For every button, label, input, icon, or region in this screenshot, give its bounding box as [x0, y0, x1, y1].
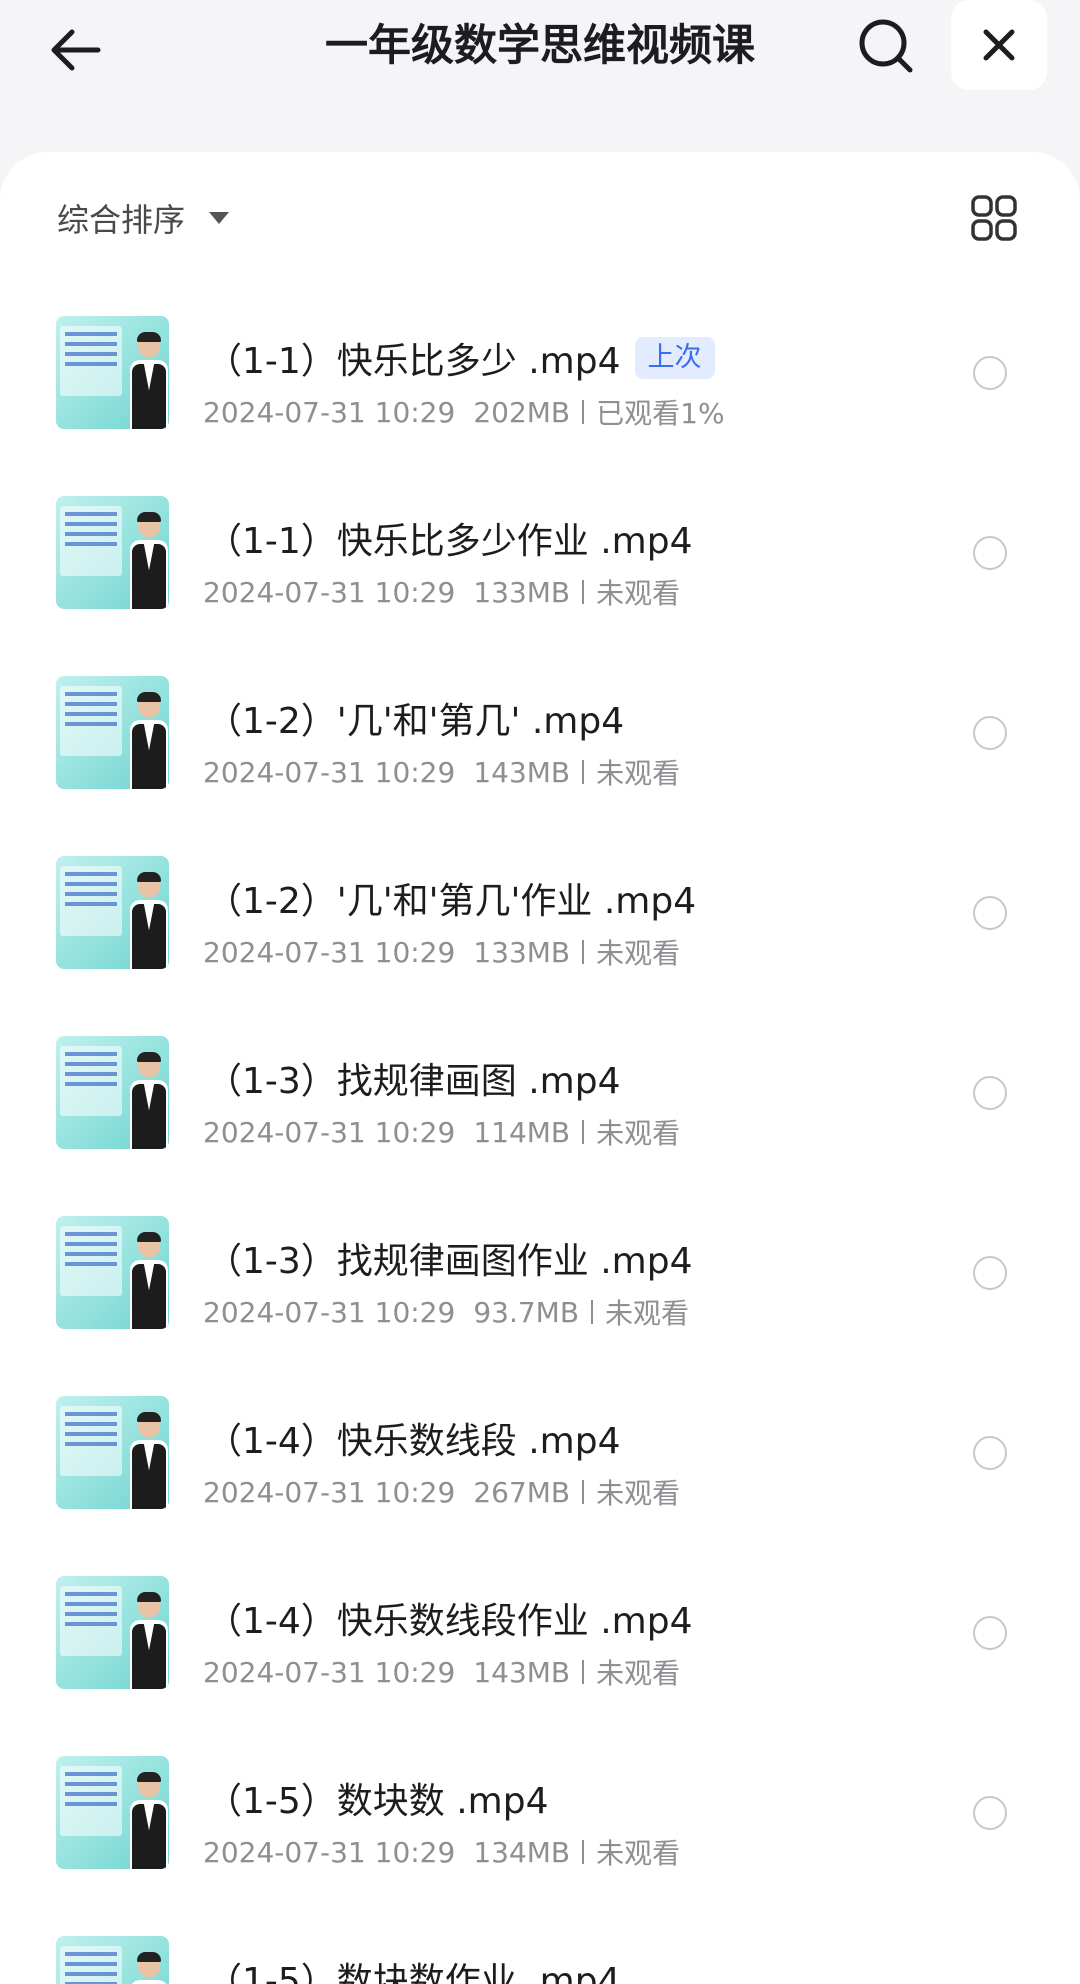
video-thumbnail [56, 856, 169, 969]
file-date: 2024-07-31 10:29 [203, 1295, 456, 1329]
file-name: （1-4）快乐数线段作业 .mp4 [206, 1601, 693, 1642]
file-date: 2024-07-31 10:29 [203, 395, 456, 429]
select-radio[interactable] [973, 356, 1007, 390]
last-played-badge: 上次 [634, 337, 715, 379]
file-size: 133MB [473, 575, 571, 609]
divider [582, 1660, 585, 1684]
file-name: （1-5）数块数作业 .mp4 [206, 1961, 621, 1984]
video-thumbnail [56, 1396, 169, 1509]
file-size: 114MB [473, 1115, 571, 1149]
divider [582, 1120, 585, 1144]
select-radio[interactable] [973, 1076, 1007, 1110]
video-thumbnail [56, 1036, 169, 1149]
file-date: 2024-07-31 10:29 [203, 1475, 456, 1509]
video-thumbnail [56, 1936, 169, 1984]
select-radio[interactable] [973, 896, 1007, 930]
video-thumbnail [56, 496, 169, 609]
file-date: 2024-07-31 10:29 [203, 755, 456, 789]
watch-status: 未观看 [605, 1297, 690, 1330]
select-radio[interactable] [973, 1256, 1007, 1290]
arrow-left-icon [51, 29, 101, 71]
file-name: （1-2）'几'和'第几' .mp4 [206, 701, 625, 742]
file-date: 2024-07-31 10:29 [203, 935, 456, 969]
divider [582, 1840, 585, 1864]
file-name: （1-1）快乐比多少作业 .mp4 [206, 521, 693, 562]
file-date: 2024-07-31 10:29 [203, 1835, 456, 1869]
list-item[interactable]: （1-1）快乐比多少 .mp4 上次 2024-07-31 10:29 202MB 已… [0, 312, 1080, 492]
close-icon [983, 29, 1015, 61]
select-radio[interactable] [973, 1796, 1007, 1830]
file-list: （1-1）快乐比多少 .mp4 上次 2024-07-31 10:29 202MB 已… [0, 312, 1080, 1984]
watch-status: 未观看 [596, 1477, 681, 1510]
file-name: （1-3）找规律画图 .mp4 [206, 1061, 621, 1102]
divider [582, 1480, 585, 1504]
file-date: 2024-07-31 10:29 [203, 1115, 456, 1149]
watch-status: 未观看 [596, 1837, 681, 1870]
file-size: 143MB [473, 755, 571, 789]
video-thumbnail [56, 676, 169, 789]
select-radio[interactable] [973, 1436, 1007, 1470]
list-item[interactable]: （1-2）'几'和'第几' .mp4 2024-07-31 10:29 143MB… [0, 672, 1080, 852]
list-item[interactable]: （1-5）数块数 .mp4 2024-07-31 10:29 134MB 未观看 [0, 1752, 1080, 1932]
watch-status: 未观看 [596, 937, 681, 970]
divider [582, 580, 585, 604]
list-item[interactable]: （1-1）快乐比多少作业 .mp4 2024-07-31 10:29 133MB 未… [0, 492, 1080, 672]
list-item[interactable]: （1-2）'几'和'第几'作业 .mp4 2024-07-31 10:29 133… [0, 852, 1080, 1032]
select-radio[interactable] [973, 1616, 1007, 1650]
list-item[interactable]: （1-5）数块数作业 .mp4 [0, 1932, 1080, 1984]
file-name: （1-5）数块数 .mp4 [206, 1781, 549, 1822]
top-bar: 一年级数学思维视频课 [0, 0, 1080, 110]
close-button[interactable] [951, 0, 1047, 90]
sort-dropdown[interactable]: 综合排序 [57, 188, 230, 248]
caret-down-icon [209, 212, 230, 224]
file-name: （1-1）快乐比多少 .mp4 [206, 341, 621, 382]
file-name: （1-2）'几'和'第几'作业 .mp4 [206, 881, 697, 922]
watch-status: 未观看 [596, 1657, 681, 1690]
back-button[interactable] [40, 14, 112, 86]
select-radio[interactable] [973, 716, 1007, 750]
watch-status: 未观看 [596, 1117, 681, 1150]
file-size: 93.7MB [473, 1295, 580, 1329]
file-size: 134MB [473, 1835, 571, 1869]
list-item[interactable]: （1-4）快乐数线段作业 .mp4 2024-07-31 10:29 143MB 未… [0, 1572, 1080, 1752]
file-name: （1-3）找规律画图作业 .mp4 [206, 1241, 693, 1282]
video-thumbnail [56, 1216, 169, 1329]
list-item[interactable]: （1-3）找规律画图作业 .mp4 2024-07-31 10:29 93.7MB… [0, 1212, 1080, 1392]
search-icon [859, 19, 913, 73]
divider [582, 940, 585, 964]
select-radio[interactable] [973, 536, 1007, 570]
file-size: 267MB [473, 1475, 571, 1509]
page-title: 一年级数学思维视频课 [325, 21, 755, 71]
list-item[interactable]: （1-3）找规律画图 .mp4 2024-07-31 10:29 114MB 未观看 [0, 1032, 1080, 1212]
watch-status: 未观看 [596, 757, 681, 790]
search-button[interactable] [850, 10, 922, 82]
file-size: 202MB [473, 395, 571, 429]
video-thumbnail [56, 1756, 169, 1869]
watch-status: 未观看 [596, 577, 681, 610]
video-thumbnail [56, 1576, 169, 1689]
file-name: （1-4）快乐数线段 .mp4 [206, 1421, 621, 1462]
file-date: 2024-07-31 10:29 [203, 575, 456, 609]
file-date: 2024-07-31 10:29 [203, 1655, 456, 1689]
file-list-panel: 综合排序 （1-1）快乐比多少 .mp4 上次 2024-07-31 10:29 2… [0, 152, 1080, 1984]
list-item[interactable]: （1-4）快乐数线段 .mp4 2024-07-31 10:29 267MB 未观看 [0, 1392, 1080, 1572]
divider [582, 400, 585, 424]
file-size: 143MB [473, 1655, 571, 1689]
divider [591, 1300, 594, 1324]
grid-view-button[interactable] [966, 190, 1022, 246]
divider [582, 760, 585, 784]
watch-status: 已观看1% [596, 397, 725, 430]
video-thumbnail [56, 316, 169, 429]
file-size: 133MB [473, 935, 571, 969]
sort-label: 综合排序 [57, 201, 186, 239]
grid-view-icon [971, 195, 1017, 241]
